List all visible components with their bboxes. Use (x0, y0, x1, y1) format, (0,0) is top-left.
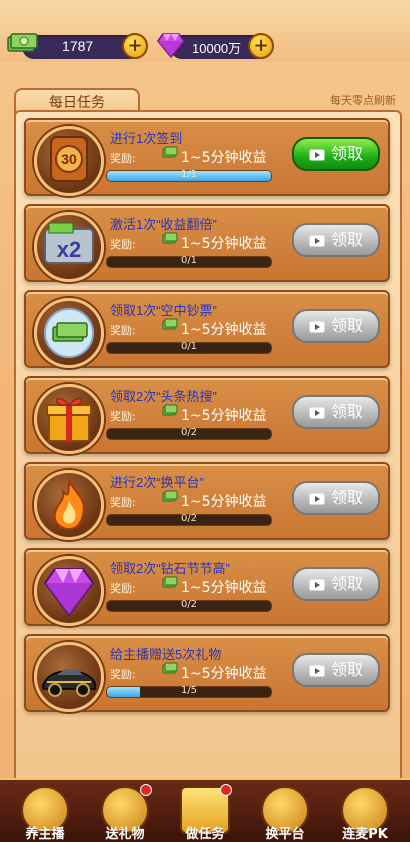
diamond-icon (34, 556, 104, 626)
nav-item-3[interactable]: 换平台 (250, 786, 320, 842)
reward-text: 1~5分钟收益 (181, 494, 267, 510)
nav-label: 换平台 (265, 827, 305, 842)
double-x2-icon: x2 (34, 212, 104, 282)
task-card: 进行2次“换平台” 奖励: 1~5分钟收益 0/2 领取 (24, 462, 390, 540)
reward-text: 1~5分钟收益 (181, 580, 267, 596)
reward-label: 奖励: (110, 410, 136, 423)
claim-button-label: 领取 (330, 660, 363, 679)
claim-button-label: 领取 (330, 230, 363, 249)
progress-text: 1/5 (180, 685, 198, 696)
nav-label: 做任务 (185, 827, 225, 842)
progress-text: 0/1 (180, 341, 198, 352)
progress-text: 1/1 (180, 169, 198, 180)
cash-add-button[interactable]: + (122, 33, 148, 59)
progress-text: 0/2 (180, 513, 198, 524)
progress-text: 0/2 (180, 599, 198, 610)
cash-value: 1787 (62, 38, 94, 54)
refresh-note: 每天零点刷新 (330, 94, 396, 107)
cash-display: 1787 + (7, 33, 148, 59)
cash-icon (162, 230, 178, 244)
nav-label: 连麦PK (342, 827, 388, 842)
cash-icon (162, 660, 178, 674)
claim-button[interactable]: 领取 (292, 137, 380, 171)
task-card: x2 激活1次“收益翻倍” 奖励: 1~5分钟收益 0/1 领取 (24, 204, 390, 282)
nav-item-0[interactable]: 养主播 (10, 786, 80, 842)
progress-text: 0/2 (180, 427, 198, 438)
task-card: 30 进行1次签到 奖励: 1~5分钟收益 1/1 领取 (24, 118, 390, 196)
reward-text: 1~5分钟收益 (181, 236, 267, 252)
claim-button-label: 领取 (330, 144, 363, 163)
fire-icon (34, 470, 104, 540)
nav-item-2[interactable]: 做任务 (170, 784, 240, 842)
cash-icon (7, 33, 38, 52)
svg-text:30: 30 (61, 151, 77, 167)
gem-display: 10000万 + (157, 33, 274, 59)
task-card: 领取2次“钻石节节高” 奖励: 1~5分钟收益 0/2 领取 (24, 548, 390, 626)
diamond-icon (157, 33, 185, 59)
notification-badge (220, 784, 232, 796)
cash-icon (162, 488, 178, 502)
reward-label: 奖励: (110, 668, 136, 681)
claim-button-label: 领取 (330, 488, 363, 507)
reward-label: 奖励: (110, 152, 136, 165)
reward-text: 1~5分钟收益 (181, 322, 267, 338)
claim-button[interactable]: 领取 (292, 395, 380, 429)
cash-icon (162, 316, 178, 330)
nav-label: 养主播 (25, 827, 65, 842)
gift-box-icon (34, 384, 104, 454)
claim-button-label: 领取 (330, 574, 363, 593)
cash-icon (162, 144, 178, 158)
claim-button-label: 领取 (330, 402, 363, 421)
reward-text: 1~5分钟收益 (181, 666, 267, 682)
claim-button[interactable]: 领取 (292, 567, 380, 601)
reward-label: 奖励: (110, 582, 136, 595)
claim-button-label: 领取 (330, 316, 363, 335)
svg-text:x2: x2 (57, 237, 81, 262)
notification-badge (140, 784, 152, 796)
cash-icon (162, 574, 178, 588)
claim-button[interactable]: 领取 (292, 653, 380, 687)
reward-text: 1~5分钟收益 (181, 150, 267, 166)
bottom-nav: 养主播 送礼物 做任务 换平台 连麦PK (0, 778, 410, 842)
nav-item-4[interactable]: 连麦PK (330, 786, 400, 842)
reward-label: 奖励: (110, 496, 136, 509)
reward-text: 1~5分钟收益 (181, 408, 267, 424)
progress-text: 0/1 (180, 255, 198, 266)
sports-car-icon (34, 642, 104, 712)
claim-button[interactable]: 领取 (292, 309, 380, 343)
task-card: 给主播赠送5次礼物 奖励: 1~5分钟收益 1/5 领取 (24, 634, 390, 712)
sign-in-30-icon: 30 (34, 126, 104, 196)
task-card: 领取1次“空中钞票” 奖励: 1~5分钟收益 0/1 领取 (24, 290, 390, 368)
reward-label: 奖励: (110, 238, 136, 251)
nav-item-1[interactable]: 送礼物 (90, 784, 160, 842)
claim-button[interactable]: 领取 (292, 481, 380, 515)
cash-icon (162, 402, 178, 416)
reward-label: 奖励: (110, 324, 136, 337)
currency-bar: 1787 + 10000万 + (0, 0, 410, 62)
gem-add-button[interactable]: + (248, 33, 274, 59)
claim-button[interactable]: 领取 (292, 223, 380, 257)
task-card: 领取2次“头条热搜” 奖励: 1~5分钟收益 0/2 领取 (24, 376, 390, 454)
gem-value: 10000万 (192, 41, 242, 56)
task-title: 进行2次“换平台” (110, 475, 204, 490)
cash-bubble-icon (34, 298, 104, 368)
nav-label: 送礼物 (105, 827, 145, 842)
